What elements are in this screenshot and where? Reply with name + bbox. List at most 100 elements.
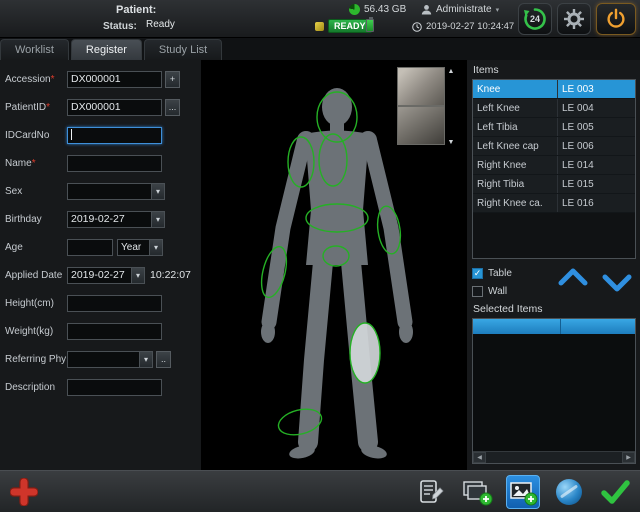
- sex-select[interactable]: [67, 183, 151, 200]
- add-image-button[interactable]: [506, 475, 540, 509]
- height-input[interactable]: [67, 295, 162, 312]
- move-up-button[interactable]: [558, 268, 588, 286]
- description-input[interactable]: [67, 379, 162, 396]
- list-item[interactable]: Knee LE 003: [473, 80, 635, 99]
- name-input[interactable]: [67, 155, 162, 172]
- list-item[interactable]: Right Knee ca. LE 016: [473, 194, 635, 213]
- text-caret: [71, 129, 72, 140]
- gauge-value: 24: [530, 14, 540, 24]
- selected-items-body: [473, 334, 635, 451]
- app-window: Patient: Status: Ready 56.43 GB Administ…: [0, 0, 640, 512]
- datetime-indicator: 2019-02-27 10:24:47: [412, 21, 514, 32]
- referring-physician-label: Referring Phy: [5, 354, 67, 365]
- ready-indicator: READY: [315, 19, 372, 33]
- list-item[interactable]: Right Tibia LE 015: [473, 175, 635, 194]
- user-indicator[interactable]: Administrate ▾: [421, 4, 499, 15]
- status-value: Ready: [146, 19, 175, 30]
- ready-badge: READY: [328, 19, 372, 33]
- selected-items-title: Selected Items: [473, 303, 636, 315]
- list-item[interactable]: Left Knee cap LE 006: [473, 137, 635, 156]
- counter-gauge-button[interactable]: 24: [518, 3, 552, 35]
- accession-input[interactable]: [67, 71, 162, 88]
- accession-label: Accession: [5, 74, 51, 85]
- red-plus-icon: [10, 478, 38, 506]
- scroll-left-icon[interactable]: ◀: [473, 452, 486, 463]
- tab-study-list[interactable]: Study List: [144, 39, 222, 60]
- referring-physician-edit-button[interactable]: ..: [156, 351, 171, 368]
- list-item[interactable]: Left Tibia LE 005: [473, 118, 635, 137]
- chevron-down-icon[interactable]: ▾: [149, 239, 163, 256]
- patientid-label: PatientID: [5, 102, 46, 113]
- bottom-toolbar: [0, 470, 640, 512]
- patientid-browse-button[interactable]: ...: [165, 99, 180, 116]
- patient-label: Patient:: [116, 4, 156, 16]
- selected-items-col1-header[interactable]: [473, 319, 561, 334]
- position-thumbnail-2[interactable]: [397, 106, 445, 145]
- form-row-weight: Weight(kg): [0, 317, 201, 345]
- weight-label: Weight(kg): [5, 326, 67, 337]
- applied-date-label: Applied Date: [5, 270, 67, 281]
- accession-add-button[interactable]: +: [165, 71, 180, 88]
- cancel-study-button[interactable]: [552, 475, 586, 509]
- power-icon: [604, 7, 628, 31]
- table-checkbox[interactable]: ✓: [472, 268, 483, 279]
- storage-value: 56.43 GB: [364, 4, 406, 15]
- chevron-down-icon[interactable]: ▾: [151, 183, 165, 200]
- horizontal-scrollbar[interactable]: ◀ ▶: [473, 451, 635, 463]
- top-buttons: 24: [518, 2, 636, 36]
- birthday-input[interactable]: [67, 211, 151, 228]
- tab-worklist[interactable]: Worklist: [0, 39, 69, 60]
- items-title: Items: [473, 64, 636, 76]
- age-input[interactable]: [67, 239, 113, 256]
- chevron-down-icon[interactable]: ▾: [151, 211, 165, 228]
- no-entry-icon: [556, 479, 582, 505]
- thumbnail-scroll-up-icon[interactable]: ▲: [448, 68, 455, 75]
- age-unit-select[interactable]: Year: [117, 239, 149, 256]
- items-list: Knee LE 003 Left Knee LE 004 Left Tibia …: [472, 79, 636, 259]
- confirm-button[interactable]: [598, 475, 632, 509]
- form-row-accession: Accession* +: [0, 65, 201, 93]
- datetime-value: 2019-02-27 10:24:47: [426, 21, 514, 32]
- wall-checkbox[interactable]: [472, 286, 483, 297]
- applied-date-input[interactable]: [67, 267, 131, 284]
- form-row-name: Name*: [0, 149, 201, 177]
- referring-physician-select[interactable]: [67, 351, 139, 368]
- power-button[interactable]: [596, 3, 636, 35]
- selected-items-col2-header[interactable]: [561, 319, 635, 334]
- body-head: [322, 88, 352, 126]
- required-marker: *: [32, 158, 36, 169]
- position-thumbnails: ▲ ▼: [397, 67, 459, 147]
- top-bar: Patient: Status: Ready 56.43 GB Administ…: [0, 0, 640, 38]
- tab-register[interactable]: Register: [71, 39, 142, 60]
- chevron-down-icon: ▾: [496, 6, 500, 14]
- settings-button[interactable]: [557, 3, 591, 35]
- status-label: Status:: [103, 21, 137, 32]
- sex-label: Sex: [5, 186, 67, 197]
- scroll-right-icon[interactable]: ▶: [622, 452, 635, 463]
- move-down-button[interactable]: [602, 274, 632, 292]
- list-item[interactable]: Right Knee LE 014: [473, 156, 635, 175]
- required-marker: *: [46, 102, 50, 113]
- edit-worklist-button[interactable]: [414, 475, 448, 509]
- position-thumbnail-1[interactable]: [397, 67, 445, 106]
- description-label: Description: [5, 382, 67, 393]
- gear-icon: [563, 8, 585, 30]
- chevron-down-icon[interactable]: ▾: [131, 267, 145, 284]
- idcardno-label: IDCardNo: [5, 130, 67, 141]
- form-row-applied-date: Applied Date ▾ 10:22:07: [0, 261, 201, 289]
- add-study-button[interactable]: [460, 475, 494, 509]
- required-marker: *: [51, 74, 55, 85]
- body-map-panel[interactable]: ▲ ▼: [202, 60, 467, 470]
- add-image-icon: [508, 478, 538, 506]
- list-item[interactable]: Left Knee LE 004: [473, 99, 635, 118]
- user-icon: [421, 4, 432, 15]
- thumbnail-scroll-down-icon[interactable]: ▼: [448, 139, 455, 146]
- chevron-down-icon[interactable]: ▾: [139, 351, 153, 368]
- weight-input[interactable]: [67, 323, 162, 340]
- form-row-age: Age Year ▾: [0, 233, 201, 261]
- idcardno-input[interactable]: [67, 127, 162, 144]
- patientid-input[interactable]: [67, 99, 162, 116]
- add-images-icon: [461, 478, 493, 506]
- new-patient-button[interactable]: [10, 478, 38, 511]
- form-row-referring-physician: Referring Phy ▾ ..: [0, 345, 201, 373]
